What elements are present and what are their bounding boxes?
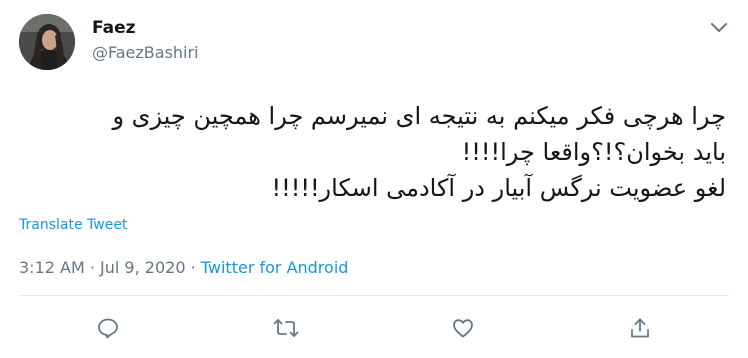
- meta-separator: ·: [185, 258, 201, 277]
- avatar-photo: [19, 14, 75, 70]
- avatar[interactable]: [19, 14, 75, 70]
- chevron-down-icon[interactable]: [708, 16, 730, 38]
- translate-tweet-link[interactable]: Translate Tweet: [19, 217, 127, 233]
- tweet-text: چرا هرچی فکر میکنم به نتیجه ای نمیرسم چر…: [18, 98, 726, 206]
- tweet-meta: 3:12 AM · Jul 9, 2020 · Twitter for Andr…: [19, 258, 348, 277]
- tweet-time[interactable]: 3:12 AM: [19, 258, 85, 277]
- tweet-date[interactable]: Jul 9, 2020: [100, 258, 185, 277]
- meta-separator: ·: [84, 258, 101, 277]
- author-handle[interactable]: @FaezBashiri: [92, 43, 199, 62]
- author-name[interactable]: Faez: [92, 18, 136, 38]
- tweet-actions: [0, 312, 748, 344]
- tweet-text-line: چرا هرچی فکر میکنم به نتیجه ای نمیرسم چر…: [112, 102, 726, 130]
- reply-button[interactable]: [92, 312, 124, 344]
- tweet-source[interactable]: Twitter for Android: [201, 258, 349, 277]
- divider: [19, 295, 729, 296]
- like-icon: [453, 319, 473, 338]
- tweet-text-line: باید بخوان؟!؟واقعا چرا!!!!: [461, 138, 726, 166]
- share-icon: [631, 318, 649, 338]
- retweet-icon: [273, 319, 299, 337]
- tweet-text-line: لغو عضویت نرگس آبیار در آکادمی اسکار!!!!…: [271, 174, 726, 202]
- share-button[interactable]: [624, 312, 656, 344]
- like-button[interactable]: [447, 312, 479, 344]
- retweet-button[interactable]: [270, 312, 302, 344]
- reply-icon: [98, 318, 118, 339]
